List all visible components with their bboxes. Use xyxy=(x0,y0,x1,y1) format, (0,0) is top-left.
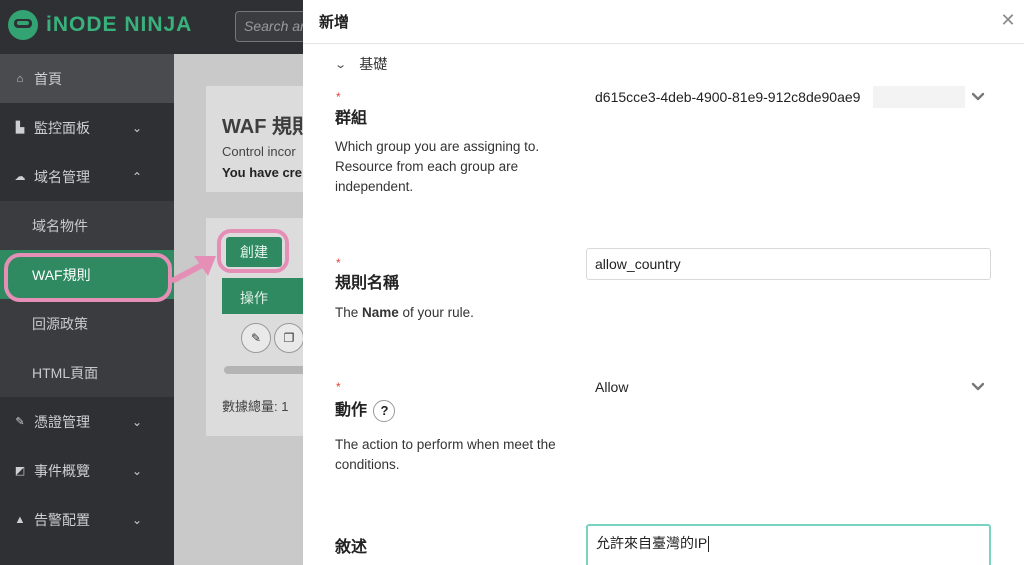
chevron-down-icon[interactable] xyxy=(971,90,985,104)
action-label-text: 動作 xyxy=(335,402,368,419)
cloud-icon: ☁ xyxy=(14,171,26,183)
wrench-icon: ✎ xyxy=(15,416,25,428)
sidebar-item-home[interactable]: ⌂ 首頁 xyxy=(0,54,174,103)
create-drawer: 新增 ✕ ⌄ 基礎 * 群組 Which group you are assig… xyxy=(303,0,1024,565)
sidebar-item-html-pages[interactable]: HTML頁面 xyxy=(0,348,174,397)
horizontal-scrollbar[interactable] xyxy=(224,366,314,374)
chevron-down-icon: ⌄ xyxy=(131,414,142,429)
section-basic-toggle[interactable]: ⌄ 基礎 xyxy=(334,54,388,74)
sidebar-item-label: 事件概覽 xyxy=(34,462,90,479)
required-marker: * xyxy=(336,256,341,270)
question-icon[interactable]: ? xyxy=(373,399,396,422)
page-description: Control incor xyxy=(222,144,296,159)
action-label: 動作 ? xyxy=(335,396,396,422)
action-help-text: The action to perform when meet the cond… xyxy=(335,437,556,472)
bar-chart-icon: ▙ xyxy=(15,122,25,134)
highlight-waf-rules xyxy=(4,253,172,302)
arrow-annotation-icon xyxy=(171,256,216,283)
chevron-down-icon: ⌄ xyxy=(131,120,142,135)
group-help-text: Which group you are assigning to. Resour… xyxy=(335,139,540,194)
chevron-down-icon: ⌄ xyxy=(131,463,142,478)
edit-icon[interactable]: ✎ xyxy=(241,323,271,353)
required-marker: * xyxy=(336,90,341,104)
help-text-part: The xyxy=(335,305,363,320)
app-name: iNODE NINJA xyxy=(46,13,193,36)
total-count: 數據總量: 1 xyxy=(222,399,289,414)
sidebar-item-label: 監控面板 xyxy=(34,119,90,136)
copy-icon[interactable]: ❐ xyxy=(274,323,304,353)
ninja-logo-icon xyxy=(8,10,38,40)
help-text-part: of your rule. xyxy=(398,305,474,320)
help-text-bold: Name xyxy=(362,305,399,320)
sidebar-item-domain-management[interactable]: ☁ 域名管理 ⌃ xyxy=(0,152,174,201)
area-chart-icon: ◩ xyxy=(14,465,26,477)
group-select[interactable]: d615cce3-4deb-4900-81e9-912c8de90ae9 xyxy=(595,89,860,105)
sidebar-item-domain-objects[interactable]: 域名物件 xyxy=(0,201,174,250)
description-label: 敘述 xyxy=(335,539,368,556)
sidebar-item-certificates[interactable]: ✎ 憑證管理 ⌄ xyxy=(0,397,174,446)
required-marker: * xyxy=(336,380,341,394)
highlight-create-button xyxy=(217,229,289,273)
description-value: 允許來自臺灣的IP xyxy=(596,535,708,551)
chevron-down-icon[interactable] xyxy=(971,380,985,394)
page-title: WAF 規則 xyxy=(222,116,312,138)
sidebar: ⌂ 首頁 ▙ 監控面板 ⌄ ☁ 域名管理 ⌃ 域名物件 WAF規則 回源政策 H… xyxy=(0,54,174,565)
chevron-up-icon: ⌃ xyxy=(131,169,142,184)
section-label: 基礎 xyxy=(359,56,388,72)
sidebar-item-alerts[interactable]: ▲ 告警配置 ⌄ xyxy=(0,495,174,544)
bell-icon: ▲ xyxy=(14,513,26,526)
rule-name-help-text: The Name of your rule. xyxy=(335,303,585,323)
group-select-fade xyxy=(873,86,965,108)
sidebar-item-label: 首頁 xyxy=(34,70,62,87)
home-icon: ⌂ xyxy=(16,72,24,85)
sidebar-item-label: 域名管理 xyxy=(34,168,90,185)
sidebar-item-events[interactable]: ◩ 事件概覽 ⌄ xyxy=(0,446,174,495)
app-logo[interactable]: iNODE NINJA xyxy=(8,10,192,40)
sidebar-item-label: 告警配置 xyxy=(34,511,90,528)
chevron-down-icon: ⌄ xyxy=(334,58,348,71)
text-cursor xyxy=(708,536,710,553)
sidebar-item-origin-policy[interactable]: 回源政策 xyxy=(0,299,174,348)
page-description-bold: You have cre xyxy=(222,165,302,180)
description-textarea[interactable]: 允許來自臺灣的IP xyxy=(586,524,991,565)
close-icon[interactable]: ✕ xyxy=(998,10,1018,30)
rule-name-input[interactable]: allow_country xyxy=(586,248,991,280)
action-select[interactable]: Allow xyxy=(595,379,628,395)
sidebar-item-label: 回源政策 xyxy=(32,315,88,332)
group-label: 群組 xyxy=(335,110,368,127)
chevron-down-icon: ⌄ xyxy=(131,512,142,527)
sidebar-item-label: 域名物件 xyxy=(32,217,88,234)
drawer-title: 新增 xyxy=(319,14,350,31)
sidebar-item-dashboard[interactable]: ▙ 監控面板 ⌄ xyxy=(0,103,174,152)
sidebar-item-label: HTML頁面 xyxy=(32,364,99,381)
drawer-header: 新增 xyxy=(303,0,1024,44)
sidebar-item-label: 憑證管理 xyxy=(34,413,90,430)
rule-name-label: 規則名稱 xyxy=(335,275,400,292)
